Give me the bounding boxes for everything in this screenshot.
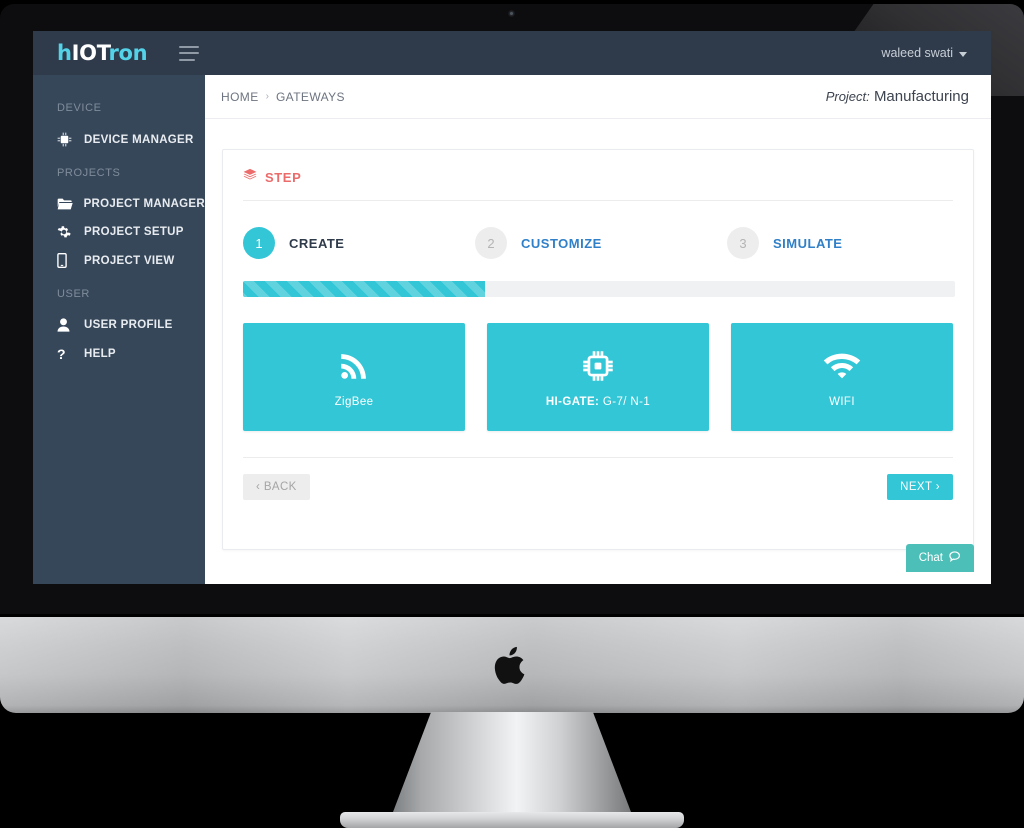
sidebar-item-project-manager[interactable]: PROJECT MANAGER	[33, 190, 205, 218]
breadcrumb-item-gateways[interactable]: GATEWAYS	[276, 90, 345, 104]
gateway-label-text: ZigBee	[334, 396, 374, 408]
layers-stack-icon	[243, 168, 257, 187]
chevron-down-icon	[959, 51, 967, 57]
gateway-label-text: WIFI	[829, 396, 855, 408]
progress-bar	[243, 281, 955, 297]
speech-bubble-icon	[949, 551, 961, 565]
wifi-icon	[823, 346, 861, 386]
step-label: SIMULATE	[773, 235, 843, 251]
gateway-cards: ZigBee HI-GATE: G-7/ N-1 WIFI	[223, 297, 973, 431]
logo-part-2: IOT	[71, 41, 109, 65]
chip-icon	[57, 132, 75, 147]
project-name: Manufacturing	[873, 88, 969, 105]
breadcrumb-bar: HOME › GATEWAYS Project: Manufacturing	[205, 75, 991, 119]
sidebar-item-label: DEVICE MANAGER	[84, 133, 194, 146]
sidebar-item-label: HELP	[84, 348, 116, 360]
user-icon	[57, 318, 75, 332]
step-number-badge: 1	[243, 227, 275, 259]
step-number-badge: 3	[727, 227, 759, 259]
gateway-card-zigbee[interactable]: ZigBee	[243, 323, 465, 431]
chat-label: Chat	[918, 552, 943, 564]
imac-chin	[0, 617, 1024, 713]
gateway-label-text: G-7/ N-1	[599, 396, 651, 408]
gateway-label-bold: HI-GATE:	[545, 396, 600, 408]
apple-logo-icon	[494, 646, 525, 684]
step-label: CUSTOMIZE	[521, 235, 602, 251]
gateway-card-label: HI-GATE: G-7/ N-1	[546, 396, 650, 408]
panel-footer: ‹ BACK NEXT ›	[223, 458, 973, 500]
next-button[interactable]: NEXT ›	[887, 474, 953, 500]
step-item-simulate[interactable]: 3 SIMULATE	[727, 227, 953, 259]
sidebar-item-help[interactable]: ? HELP	[33, 339, 205, 369]
screen-viewport: hIOTron waleed swati DEVICE DEVICE MANAG…	[33, 31, 991, 584]
gear-icon	[57, 225, 75, 239]
app-logo[interactable]: hIOTron	[57, 41, 148, 65]
project-label: Project: Manufacturing	[826, 88, 969, 105]
sidebar-group-device: DEVICE	[57, 102, 102, 114]
mobile-icon	[57, 253, 75, 268]
project-label-prefix: Project:	[825, 89, 870, 104]
breadcrumb-item-home[interactable]: HOME	[221, 90, 259, 104]
step-item-create[interactable]: 1 CREATE	[243, 227, 475, 259]
sidebar: DEVICE DEVICE MANAGER PROJECTS PROJECT M…	[33, 75, 205, 584]
user-menu[interactable]: waleed swati	[881, 46, 967, 60]
step-item-customize[interactable]: 2 CUSTOMIZE	[475, 227, 727, 259]
sidebar-group-user: USER	[57, 288, 90, 300]
sidebar-item-project-view[interactable]: PROJECT VIEW	[33, 246, 205, 275]
chat-widget[interactable]: Chat	[905, 544, 974, 572]
question-mark-icon: ?	[57, 346, 66, 362]
progress-bar-fill	[243, 281, 486, 297]
microchip-icon	[581, 346, 615, 386]
sidebar-item-label: PROJECT SETUP	[84, 226, 184, 238]
gateway-card-label: WIFI	[829, 396, 855, 408]
main-content: HOME › GATEWAYS Project: Manufacturing S…	[205, 75, 991, 584]
step-panel: STEP 1 CREATE 2 CUSTOMIZE 3 SIMULATE Zig…	[222, 149, 974, 550]
panel-header: STEP	[223, 150, 973, 200]
folder-icon	[57, 197, 75, 211]
sidebar-item-project-setup[interactable]: PROJECT SETUP	[33, 218, 205, 246]
sidebar-item-label: PROJECT MANAGER	[83, 198, 205, 210]
app-topbar: hIOTron waleed swati	[33, 31, 991, 75]
sidebar-group-projects: PROJECTS	[57, 167, 121, 179]
imac-device: hIOTron waleed swati DEVICE DEVICE MANAG…	[0, 0, 1024, 828]
step-number-badge: 2	[475, 227, 507, 259]
gateway-card-hi-gate[interactable]: HI-GATE: G-7/ N-1	[487, 323, 709, 431]
sidebar-item-label: PROJECT VIEW	[84, 254, 175, 267]
panel-title: STEP	[265, 170, 302, 185]
step-indicator-row: 1 CREATE 2 CUSTOMIZE 3 SIMULATE	[223, 201, 973, 259]
user-menu-label: waleed swati	[881, 46, 953, 60]
webcam-icon	[508, 10, 515, 17]
sidebar-item-user-profile[interactable]: USER PROFILE	[33, 311, 205, 339]
logo-part-1: h	[57, 41, 72, 65]
gateway-card-wifi[interactable]: WIFI	[731, 323, 953, 431]
breadcrumb-separator-icon: ›	[265, 91, 269, 102]
rss-signal-icon	[337, 346, 371, 386]
gateway-card-label: ZigBee	[335, 396, 374, 408]
step-label: CREATE	[289, 235, 345, 251]
back-button[interactable]: ‹ BACK	[243, 474, 310, 500]
imac-stand-neck	[393, 712, 631, 812]
hamburger-icon[interactable]	[179, 45, 200, 61]
sidebar-item-device-manager[interactable]: DEVICE MANAGER	[33, 125, 205, 154]
logo-part-3: ron	[108, 41, 148, 65]
sidebar-item-label: USER PROFILE	[84, 319, 173, 331]
